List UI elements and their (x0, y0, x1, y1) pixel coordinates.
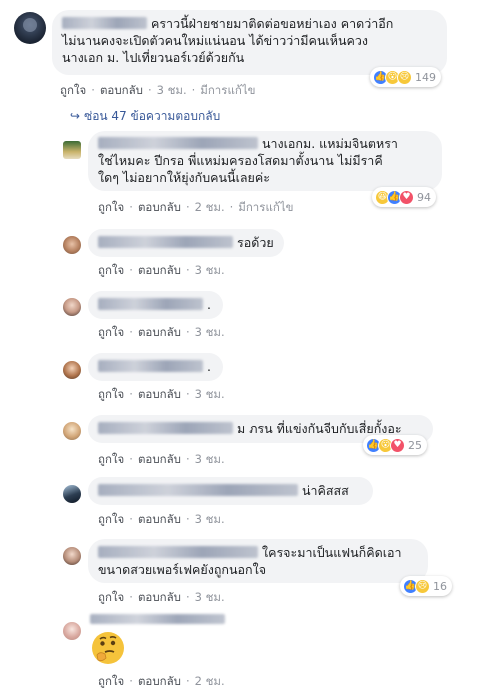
comment-line: คราวนี้ฝ่ายชายมาติดต่อขอหย่าเอง คาดว่าอี… (150, 16, 394, 31)
like-link[interactable]: ถูกใจ (98, 200, 124, 214)
reply-actions: ถูกใจ · ตอบกลับ · 2 ชม. · มีการแก้ไข (98, 200, 294, 214)
reply-link[interactable]: ตอบกลับ (138, 325, 181, 339)
hide-replies-link[interactable]: ↪ ซ่อน 47 ข้อความตอบกลับ (70, 107, 220, 126)
reply-bubble: . (88, 291, 223, 319)
timestamp[interactable]: 3 ชม. (195, 325, 225, 339)
sad-reaction-icon: 😢 (397, 69, 412, 85)
love-reaction-icon: ♥ (399, 189, 414, 205)
reaction-count: 94 (417, 190, 431, 204)
comment-text: คราวนี้ฝ่ายชายมาติดต่อขอหย่าเอง คาดว่าอี… (62, 15, 437, 32)
reply-link[interactable]: ตอบกลับ (138, 452, 181, 466)
reply-text: . (206, 359, 211, 374)
reaction-count: 16 (433, 579, 447, 593)
avatar[interactable] (63, 547, 81, 565)
reply-text: ใช่ไหมคะ ปีกรอ พี่แหม่มครองโสดมาตั้งนาน … (98, 153, 383, 168)
sad-reaction-icon: 😢 (415, 578, 430, 594)
like-link[interactable]: ถูกใจ (98, 387, 124, 401)
replier-name[interactable] (98, 484, 298, 496)
reply-actions: ถูกใจ · ตอบกลับ · 2 ชม. (98, 674, 225, 688)
reply-bubble: นางเอกม. แหม่มจินตหรา ใช่ไหมคะ ปีกรอ พี่… (88, 131, 442, 191)
reply-bubble: รอด้วย (88, 229, 284, 257)
thinking-emoji-sticker[interactable] (91, 631, 125, 665)
reply-text: . (206, 297, 211, 312)
reply-text: ม ภรน ที่แข่งกันจีบกับเสี่ยกั้งอะ (236, 421, 402, 436)
reaction-summary[interactable]: 👍 😮 ♥ 25 (363, 435, 427, 455)
comment-actions: ถูกใจ · ตอบกลับ · 3 ชม. · มีการแก้ไข (60, 83, 256, 97)
reply-actions: ถูกใจ · ตอบกลับ · 3 ชม. (98, 387, 225, 401)
reply-actions: ถูกใจ · ตอบกลับ · 3 ชม. (98, 512, 225, 526)
replier-name[interactable] (90, 614, 225, 624)
timestamp[interactable]: 3 ชม. (195, 590, 225, 604)
timestamp[interactable]: 3 ชม. (195, 452, 225, 466)
avatar[interactable] (63, 236, 81, 254)
reply-text: ใครจะมาเป็นแฟนก็คิดเอา (261, 545, 402, 560)
reaction-count: 149 (415, 70, 436, 84)
like-link[interactable]: ถูกใจ (98, 590, 124, 604)
replier-name[interactable] (98, 360, 203, 372)
reply-arrow-icon: ↪ (70, 109, 81, 123)
reaction-summary[interactable]: 😆 👍 ♥ 94 (372, 187, 436, 207)
avatar[interactable] (63, 422, 81, 440)
comment-bubble: คราวนี้ฝ่ายชายมาติดต่อขอหย่าเอง คาดว่าอี… (52, 10, 447, 75)
reply-text: นางเอกม. แหม่มจินตหรา (261, 136, 398, 151)
avatar[interactable] (63, 622, 81, 640)
reply-link[interactable]: ตอบกลับ (138, 674, 181, 688)
reaction-summary[interactable]: 👍 😢 16 (400, 576, 452, 596)
reply-bubble: . (88, 353, 223, 381)
reply-text: ขนาดสวยเพอร์เฟคยังถูกนอกใจ (98, 562, 267, 577)
avatar[interactable] (63, 485, 81, 503)
timestamp[interactable]: 3 ชม. (195, 387, 225, 401)
timestamp[interactable]: 2 ชม. (195, 674, 225, 688)
reply-link[interactable]: ตอบกลับ (138, 512, 181, 526)
reply-bubble: น่าคิสสส (88, 477, 373, 505)
reply-link[interactable]: ตอบกลับ (138, 387, 181, 401)
like-link[interactable]: ถูกใจ (98, 452, 124, 466)
reply-link[interactable]: ตอบกลับ (100, 83, 143, 97)
like-link[interactable]: ถูกใจ (98, 674, 124, 688)
reply-actions: ถูกใจ · ตอบกลับ · 3 ชม. (98, 590, 225, 604)
reply-actions: ถูกใจ · ตอบกลับ · 3 ชม. (98, 452, 225, 466)
avatar[interactable] (63, 298, 81, 316)
reaction-count: 25 (408, 438, 422, 452)
reply-text: ใดๆ ไม่อยากให้ยุ่งกับคนนี้เลยค่ะ (98, 170, 270, 185)
timestamp[interactable]: 3 ชม. (157, 83, 187, 97)
like-link[interactable]: ถูกใจ (98, 325, 124, 339)
edited-label[interactable]: มีการแก้ไข (238, 200, 293, 214)
replier-name[interactable] (98, 298, 203, 310)
thinking-emoji-icon (92, 632, 124, 664)
reply-link[interactable]: ตอบกลับ (138, 200, 181, 214)
avatar[interactable] (14, 12, 46, 44)
reply-actions: ถูกใจ · ตอบกลับ · 3 ชม. (98, 263, 225, 277)
replier-name[interactable] (98, 236, 233, 248)
reply-text: น่าคิสสส (301, 483, 349, 498)
avatar[interactable] (63, 361, 81, 379)
avatar[interactable] (63, 141, 81, 159)
hide-replies-label: ซ่อน 47 ข้อความตอบกลับ (84, 109, 221, 123)
commenter-name[interactable] (62, 17, 147, 29)
reply-link[interactable]: ตอบกลับ (138, 263, 181, 277)
replier-name[interactable] (98, 546, 258, 558)
reply-link[interactable]: ตอบกลับ (138, 590, 181, 604)
reply-actions: ถูกใจ · ตอบกลับ · 3 ชม. (98, 325, 225, 339)
like-link[interactable]: ถูกใจ (98, 512, 124, 526)
edited-label[interactable]: มีการแก้ไข (200, 83, 255, 97)
reply-bubble: ใครจะมาเป็นแฟนก็คิดเอา ขนาดสวยเพอร์เฟคยั… (88, 539, 428, 583)
comment-line: ไม่นานคงจะเปิดตัวคนใหม่แน่นอน ได้ข่าวว่า… (62, 33, 368, 48)
reaction-summary[interactable]: 👍 😮 😢 149 (370, 67, 441, 87)
comment-line: นางเอก ม. ไปเที่ยวนอร์เวย์ด้วยกัน (62, 50, 245, 65)
like-link[interactable]: ถูกใจ (60, 83, 86, 97)
like-link[interactable]: ถูกใจ (98, 263, 124, 277)
timestamp[interactable]: 3 ชม. (195, 263, 225, 277)
timestamp[interactable]: 2 ชม. (195, 200, 225, 214)
reply-text: รอด้วย (236, 235, 274, 250)
love-reaction-icon: ♥ (390, 437, 405, 453)
replier-name[interactable] (98, 422, 233, 434)
timestamp[interactable]: 3 ชม. (195, 512, 225, 526)
replier-name[interactable] (98, 137, 258, 149)
